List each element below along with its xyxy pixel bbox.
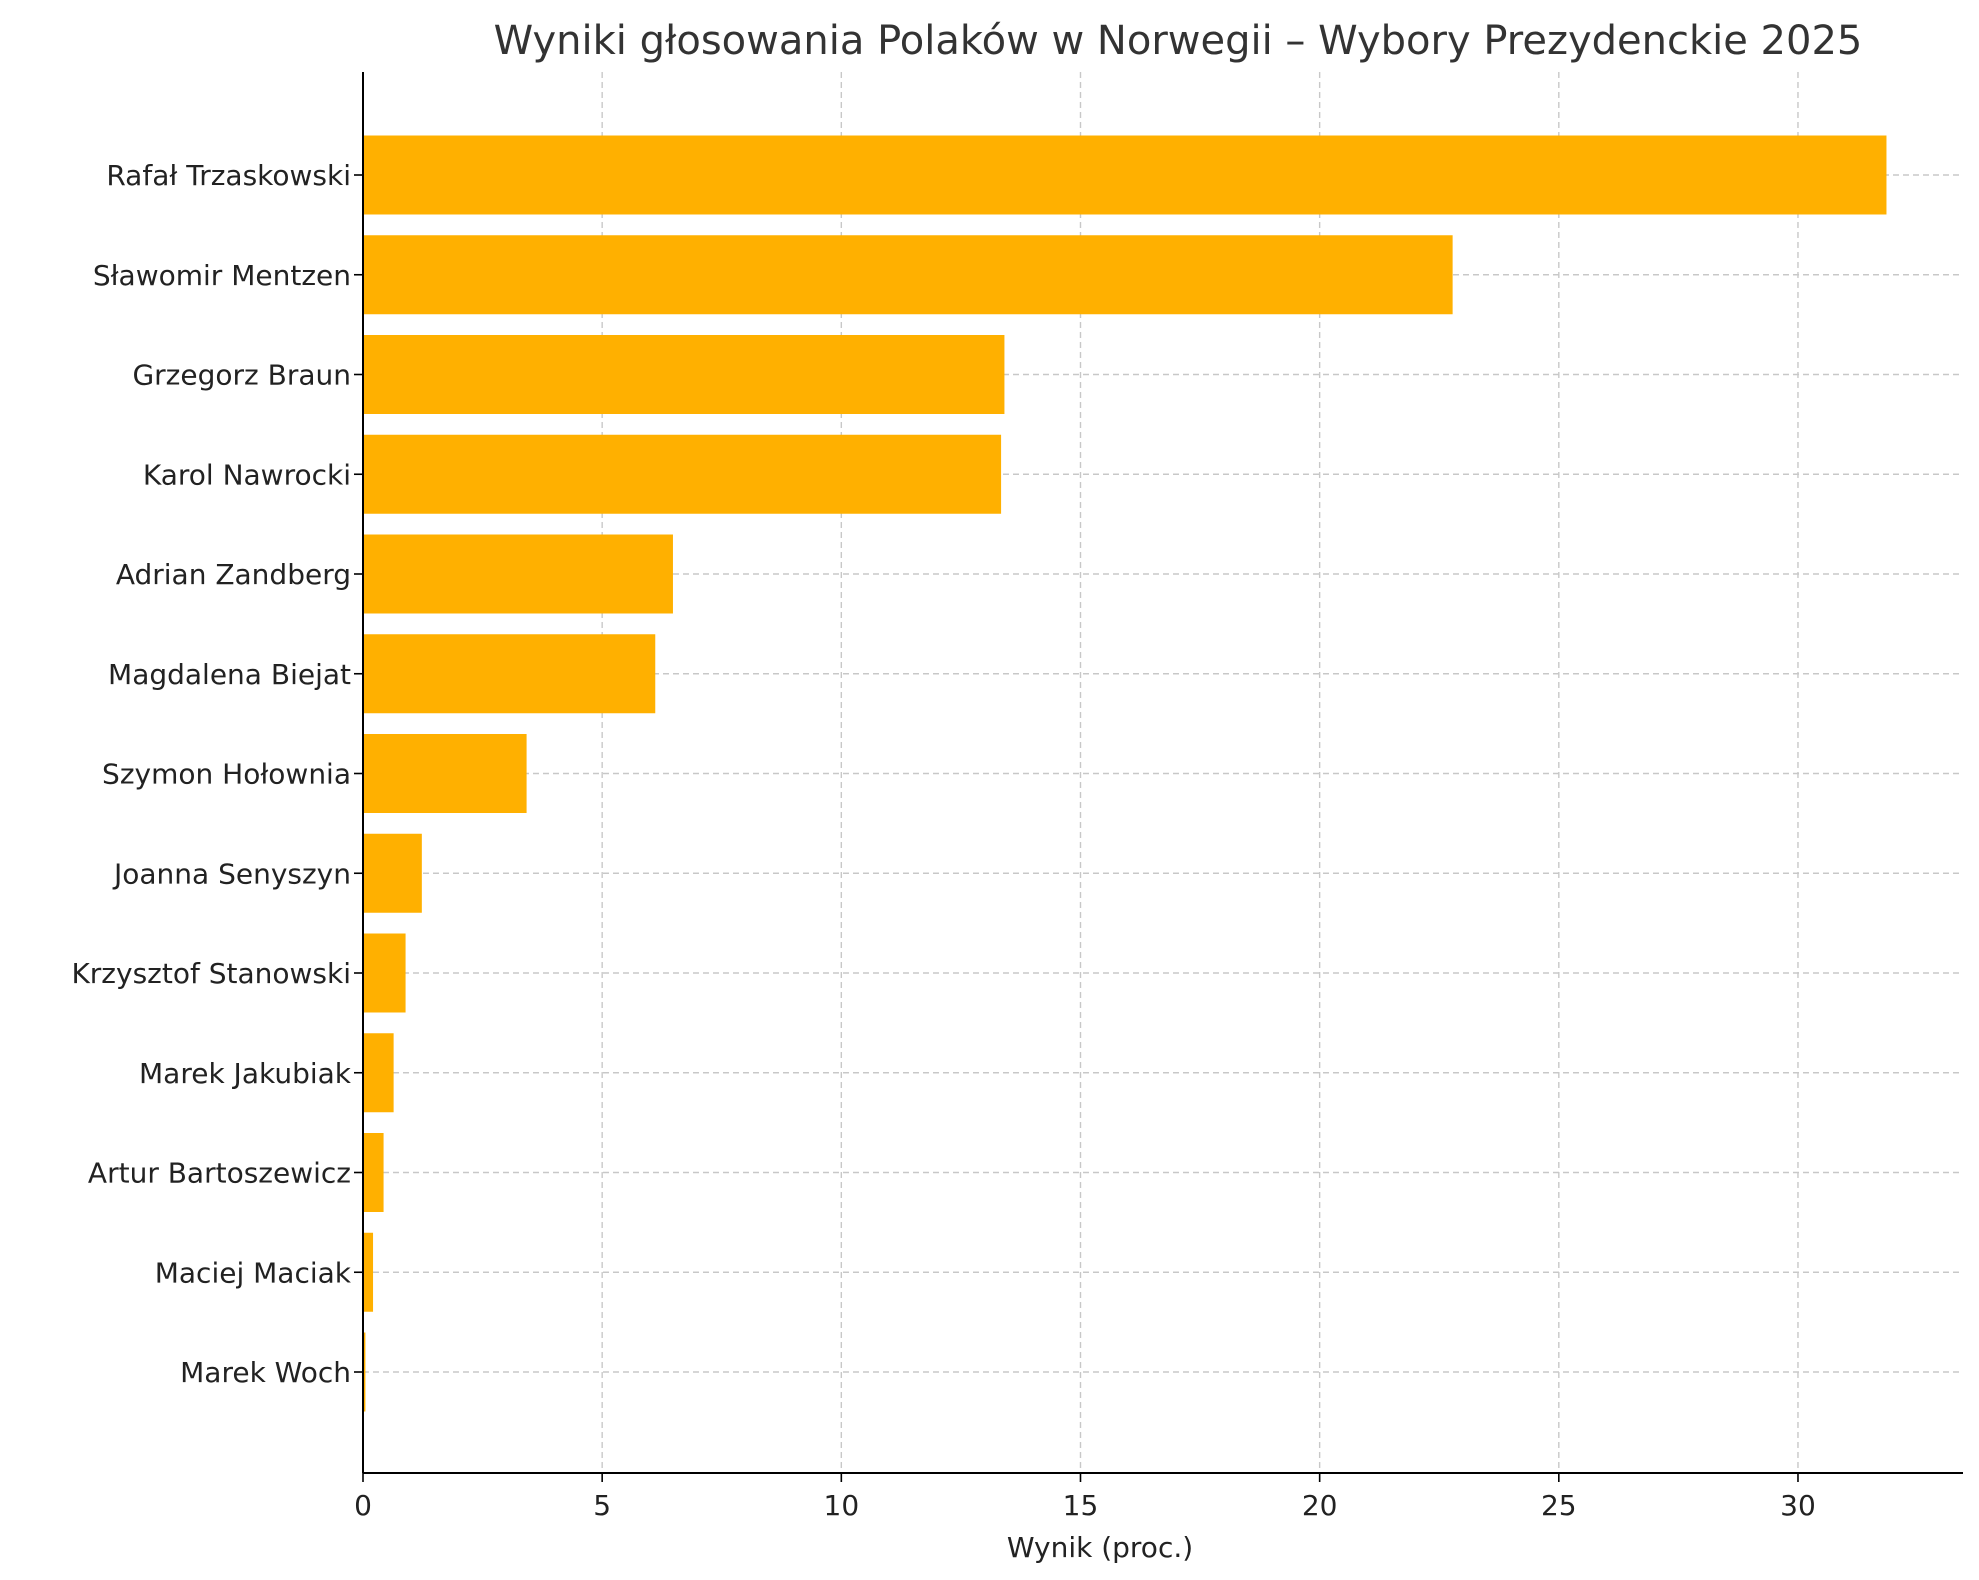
bar-chart: Wyniki głosowania Polaków w Norwegii – W…	[71, 18, 1963, 1564]
y-tick-label: Joanna Senyszyn	[112, 857, 351, 890]
bar	[363, 335, 1005, 414]
x-tick-label: 5	[593, 1489, 611, 1522]
bar	[363, 534, 673, 614]
y-tick-label: Sławomir Mentzen	[93, 259, 351, 292]
bar	[363, 1133, 384, 1212]
x-tick-label: 15	[1063, 1489, 1099, 1522]
bar	[363, 734, 527, 813]
bar	[363, 634, 656, 714]
bar	[363, 235, 1453, 315]
x-axis-label: Wynik (proc.)	[1007, 1531, 1193, 1564]
x-tick-label: 20	[1302, 1489, 1338, 1522]
y-tick-label: Maciej Maciak	[155, 1256, 352, 1289]
bar	[363, 135, 1887, 215]
x-tick-label: 30	[1780, 1489, 1816, 1522]
y-tick-label: Karol Nawrocki	[143, 458, 351, 491]
bar	[363, 1232, 374, 1312]
y-tick-label: Adrian Zandberg	[116, 558, 351, 591]
x-tick-label: 25	[1541, 1489, 1577, 1522]
chart-container: Wyniki głosowania Polaków w Norwegii – W…	[0, 0, 1979, 1580]
bar	[363, 933, 406, 1013]
y-tick-label: Magdalena Biejat	[108, 658, 351, 691]
x-tick-label: 0	[354, 1489, 372, 1522]
y-tick-label: Artur Bartoszewicz	[88, 1157, 351, 1190]
bar	[363, 1033, 394, 1113]
y-tick-labels: Rafał Trzaskowski Sławomir Mentzen Grzegor…	[71, 159, 351, 1389]
y-tick-label: Marek Jakubiak	[139, 1057, 352, 1090]
x-tick-label: 10	[824, 1489, 860, 1522]
chart-title: Wyniki głosowania Polaków w Norwegii – W…	[494, 18, 1863, 64]
bar	[363, 833, 422, 913]
y-tick-label: Marek Woch	[180, 1356, 351, 1389]
y-tick-label: Szymon Hołownia	[102, 758, 351, 791]
y-tick-label: Krzysztof Stanowski	[71, 957, 351, 990]
y-tick-label: Rafał Trzaskowski	[106, 159, 351, 192]
y-tick-label: Grzegorz Braun	[132, 359, 351, 392]
x-tick-labels: 0 5 10 15 20 25 30	[354, 1489, 1816, 1522]
bar	[363, 434, 1002, 514]
